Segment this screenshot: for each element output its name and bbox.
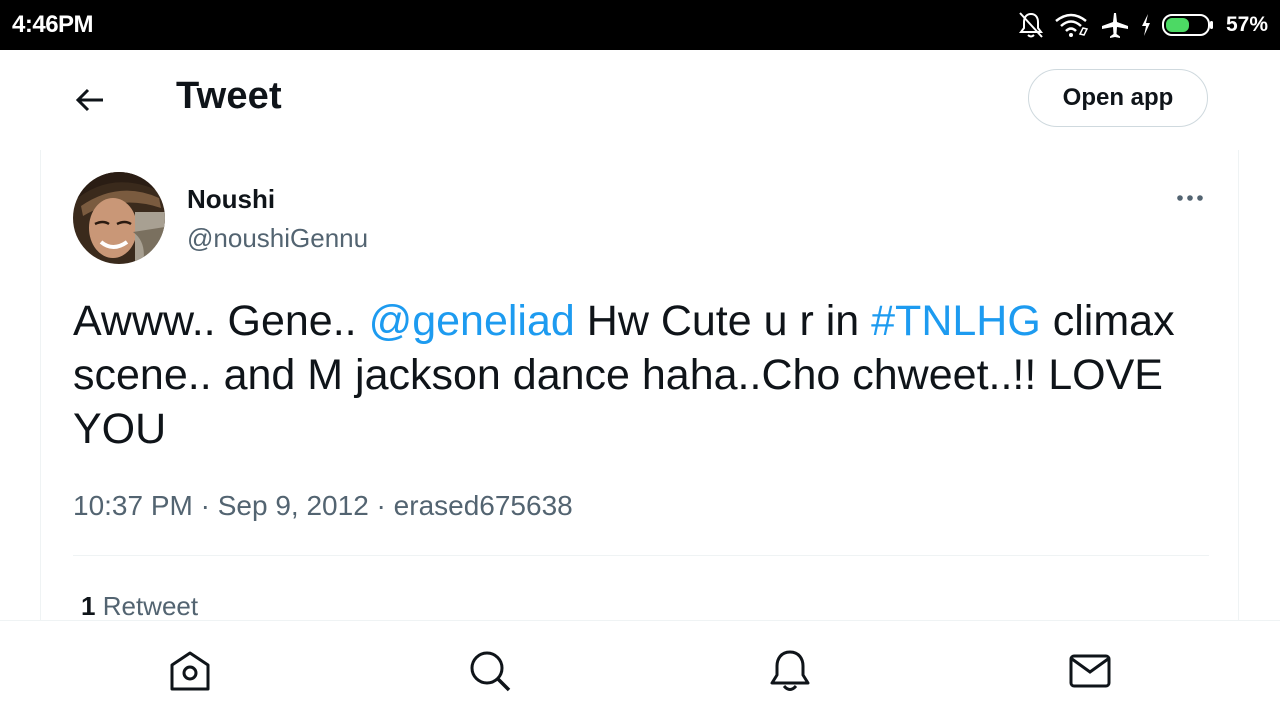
status-time: 4:46PM [12,11,94,38]
retweet-stats[interactable]: 1 Retweet [81,591,198,622]
divider [73,555,1209,556]
charging-icon [1140,13,1152,37]
tweet-date[interactable]: Sep 9, 2012 [218,490,369,521]
tweet-time[interactable]: 10:37 PM [73,490,193,521]
notifications-off-icon [1018,11,1044,39]
retweet-count: 1 [81,591,96,621]
tweet-card: Noushi @noushiGennu Awww.. Gene.. @genel… [40,150,1239,622]
open-app-button[interactable]: Open app [1028,69,1208,127]
more-options-button[interactable] [1175,186,1205,210]
top-header: Tweet Open app [0,50,1280,150]
more-icon [1175,195,1205,214]
nav-home[interactable] [168,649,212,693]
search-icon [468,651,512,697]
meta-separator: · [368,490,394,521]
page-title: Tweet [176,75,282,117]
tweet-text: Awww.. Gene.. @geneliad Hw Cute u r in #… [73,294,1213,456]
tweet-source: erased675638 [393,490,573,521]
retweet-label: Retweet [102,591,199,621]
airplane-icon [1100,11,1130,39]
home-icon [168,651,212,697]
hashtag-link[interactable]: #TNLHG [871,297,1041,345]
back-arrow-icon [72,88,108,122]
battery-percent: 57% [1225,13,1268,36]
status-icons: 57% [1018,8,1268,42]
avatar[interactable] [73,172,165,264]
nav-messages[interactable] [1068,649,1112,693]
tweet-text-part: Awww.. Gene.. [73,297,369,345]
nav-notifications[interactable] [768,649,812,693]
wifi-icon [1054,12,1090,38]
nav-search[interactable] [468,649,512,693]
author-display-name[interactable]: Noushi [187,184,275,215]
mention-link[interactable]: @geneliad [369,297,575,345]
back-button[interactable] [72,82,108,118]
bottom-nav [0,620,1280,720]
meta-separator: · [192,490,218,521]
notifications-icon [768,650,812,697]
tweet-meta: 10:37 PM · Sep 9, 2012 · erased675638 [73,490,573,522]
battery-icon [1161,13,1214,37]
messages-icon [1068,654,1112,697]
tweet-text-part: Hw Cute u r in [574,297,872,345]
author-handle[interactable]: @noushiGennu [187,223,368,254]
status-bar: 4:46PM 57% [0,0,1280,50]
